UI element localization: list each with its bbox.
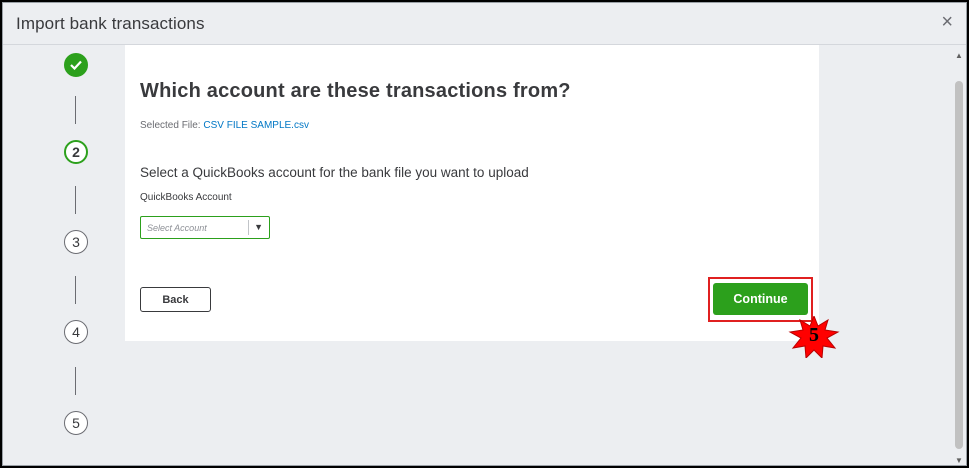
scroll-thumb[interactable] [955,81,963,449]
step-number: 3 [72,234,80,250]
step-connector [75,367,76,395]
dialog-title: Import bank transactions [16,14,205,33]
page-title: Which account are these transactions fro… [140,80,571,102]
step-1-complete [64,53,88,77]
account-field-label: QuickBooks Account [140,192,232,203]
selected-file-label: Selected File: [140,120,201,131]
progress-stepper: 2 3 4 5 [58,49,94,449]
checkmark-icon [70,60,82,70]
back-button[interactable]: Back [140,287,211,312]
selected-file-row: Selected File: CSV FILE SAMPLE.csv [140,120,309,131]
selected-file-link[interactable]: CSV FILE SAMPLE.csv [203,120,309,131]
badge-number: 5 [809,324,819,346]
scroll-down-icon[interactable]: ▼ [955,456,963,465]
import-dialog: Import bank transactions × 2 3 4 5 Which… [2,2,967,466]
account-selection-card: Which account are these transactions fro… [125,45,819,341]
step-connector [75,276,76,304]
vertical-scrollbar[interactable]: ▲ ▼ [952,45,966,465]
account-select-placeholder: Select Account [147,223,207,233]
caret-down-icon[interactable]: ▼ [254,222,263,232]
step-5: 5 [64,411,88,435]
select-divider [248,220,249,235]
account-select[interactable]: Select Account ▼ [140,216,270,239]
step-4: 4 [64,320,88,344]
step-number: 5 [72,415,80,431]
continue-button[interactable]: Continue [713,283,808,315]
dialog-header: Import bank transactions × [3,3,966,45]
instruction-text: Select a QuickBooks account for the bank… [140,165,529,180]
scroll-up-icon[interactable]: ▲ [955,51,963,60]
step-connector [75,186,76,214]
step-connector [75,96,76,124]
step-number: 4 [72,324,80,340]
close-icon[interactable]: × [941,12,953,32]
step-2-current: 2 [64,140,88,164]
step-number-badge: 5 [788,314,840,360]
step-3: 3 [64,230,88,254]
step-number: 2 [72,144,80,160]
